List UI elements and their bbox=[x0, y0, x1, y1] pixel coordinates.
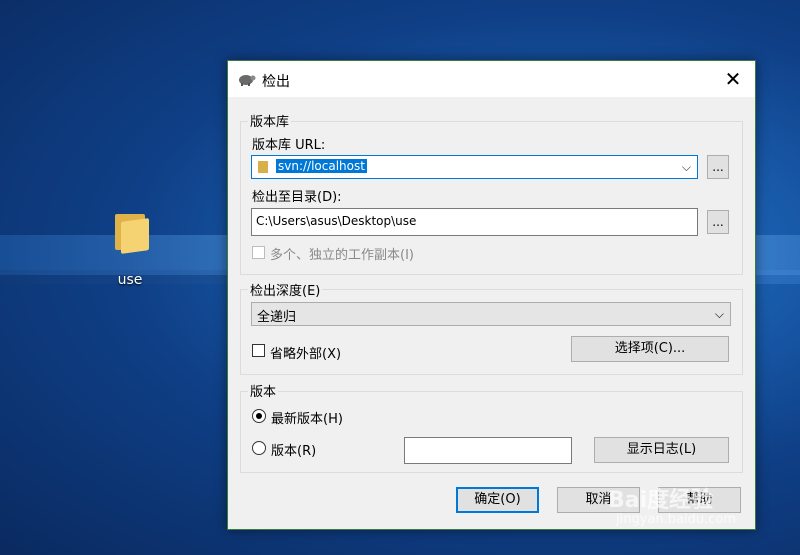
url-browse-button[interactable]: ... bbox=[707, 155, 729, 179]
omit-externals-label: 省略外部(X) bbox=[270, 347, 342, 362]
show-log-button[interactable]: 显示日志(L) bbox=[594, 437, 729, 463]
depth-group-label: 检出深度(E) bbox=[248, 280, 323, 299]
checkout-dir-input[interactable]: C:\Users\asus\Desktop\use bbox=[251, 208, 698, 236]
specific-revision-radio[interactable] bbox=[252, 441, 266, 455]
dialog-title: 检出 bbox=[262, 74, 290, 90]
checkout-dialog: 检出 ✕ 版本库 版本库 URL: svn://localhost ⌵ ... … bbox=[227, 60, 756, 530]
omit-externals-checkbox[interactable] bbox=[252, 344, 265, 357]
revision-group-label: 版本 bbox=[248, 381, 279, 400]
chevron-down-icon[interactable]: ⌵ bbox=[682, 160, 691, 175]
depth-selected: 全递归 bbox=[257, 310, 297, 325]
head-revision-label: 最新版本(H) bbox=[271, 412, 343, 427]
ok-button[interactable]: 确定(O) bbox=[456, 487, 539, 513]
watermark-logo: Bai度经验 bbox=[608, 488, 714, 513]
checkout-dir-label: 检出至目录(D): bbox=[252, 190, 342, 205]
choose-items-button[interactable]: 选择项(C)... bbox=[571, 336, 729, 362]
folder-icon bbox=[113, 210, 149, 254]
desktop-folder-use[interactable]: use bbox=[100, 210, 160, 288]
close-button[interactable]: ✕ bbox=[721, 67, 745, 91]
dir-browse-button[interactable]: ... bbox=[707, 210, 729, 234]
tortoise-icon bbox=[239, 75, 256, 86]
chevron-down-icon[interactable]: ⌵ bbox=[715, 307, 724, 322]
multiple-working-copies-label: 多个、独立的工作副本(I) bbox=[270, 248, 414, 263]
url-label: 版本库 URL: bbox=[252, 138, 326, 153]
desktop-icon-label: use bbox=[117, 272, 143, 288]
checkout-dir-value: C:\Users\asus\Desktop\use bbox=[256, 214, 417, 228]
multiple-working-copies-checkbox[interactable] bbox=[252, 246, 265, 259]
specific-revision-label: 版本(R) bbox=[271, 444, 317, 459]
head-revision-radio[interactable] bbox=[252, 409, 266, 423]
url-value: svn://localhost bbox=[276, 159, 367, 173]
url-combobox[interactable]: svn://localhost ⌵ bbox=[251, 155, 698, 179]
revision-input[interactable] bbox=[404, 437, 572, 464]
repository-group-label: 版本库 bbox=[248, 111, 292, 130]
title-bar: 检出 ✕ bbox=[228, 61, 755, 97]
watermark-url: jingyan.baidu.com bbox=[616, 512, 736, 527]
depth-select[interactable]: 全递归 ⌵ bbox=[251, 302, 731, 326]
folder-icon bbox=[258, 161, 268, 173]
